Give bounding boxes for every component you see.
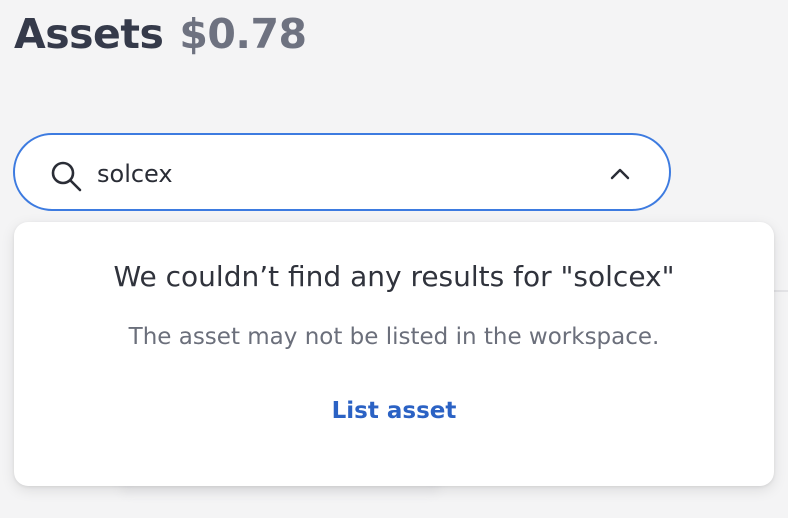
search-input[interactable] (97, 157, 577, 191)
no-results-message: We couldn’t find any results for "solcex… (113, 260, 675, 293)
background-divider (774, 290, 788, 292)
page-title: Assets (14, 10, 164, 58)
page-header: Assets $0.78 (14, 10, 307, 58)
chevron-up-icon[interactable] (607, 161, 633, 187)
search-icon (51, 161, 82, 192)
search-results-dropdown: We couldn’t find any results for "solcex… (14, 222, 774, 486)
list-asset-link[interactable]: List asset (14, 398, 774, 424)
asset-search-field[interactable] (13, 133, 671, 211)
total-balance: $0.78 (179, 10, 307, 58)
no-results-hint: The asset may not be listed in the works… (128, 324, 660, 350)
